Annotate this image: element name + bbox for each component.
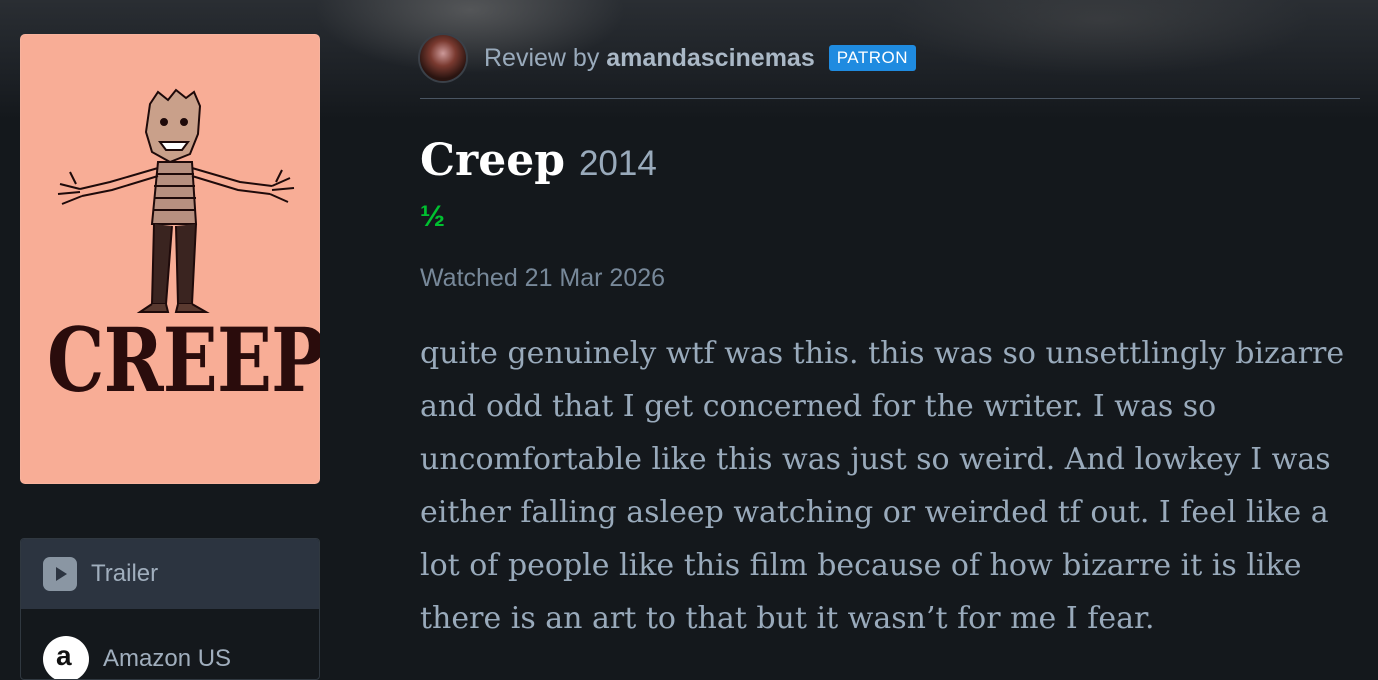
film-title[interactable]: Creep	[420, 135, 565, 186]
review-header: Review by amandascinemas PATRON	[420, 34, 1360, 82]
amazon-icon: a	[43, 636, 89, 679]
review-main: Review by amandascinemas PATRON Creep 20…	[420, 34, 1360, 645]
trailer-link[interactable]: Trailer	[21, 539, 319, 609]
watch-services-panel: Trailer a Amazon US	[20, 538, 320, 680]
divider	[420, 98, 1360, 99]
trailer-label: Trailer	[91, 560, 159, 587]
review-by-prefix: Review by	[484, 43, 600, 72]
film-year[interactable]: 2014	[579, 144, 657, 184]
sidebar: CREEP	[20, 34, 320, 484]
amazon-us-link[interactable]: a Amazon US	[21, 609, 319, 679]
poster-illustration	[57, 88, 295, 313]
poster-title: CREEP	[47, 308, 320, 412]
review-by-text: Review by amandascinemas	[484, 44, 815, 73]
avatar[interactable]	[420, 35, 466, 81]
amazon-us-label: Amazon US	[103, 645, 232, 672]
watched-date: Watched 21 Mar 2026	[420, 264, 666, 292]
film-poster[interactable]: CREEP	[20, 34, 320, 484]
reviewer-username[interactable]: amandascinemas	[606, 44, 814, 72]
film-title-row: Creep 2014	[420, 135, 1360, 186]
star-rating: ½	[420, 200, 446, 233]
patron-badge[interactable]: PATRON	[828, 45, 917, 71]
review-body: quite genuinely wtf was this. this was s…	[420, 336, 1345, 636]
play-icon	[43, 557, 77, 591]
